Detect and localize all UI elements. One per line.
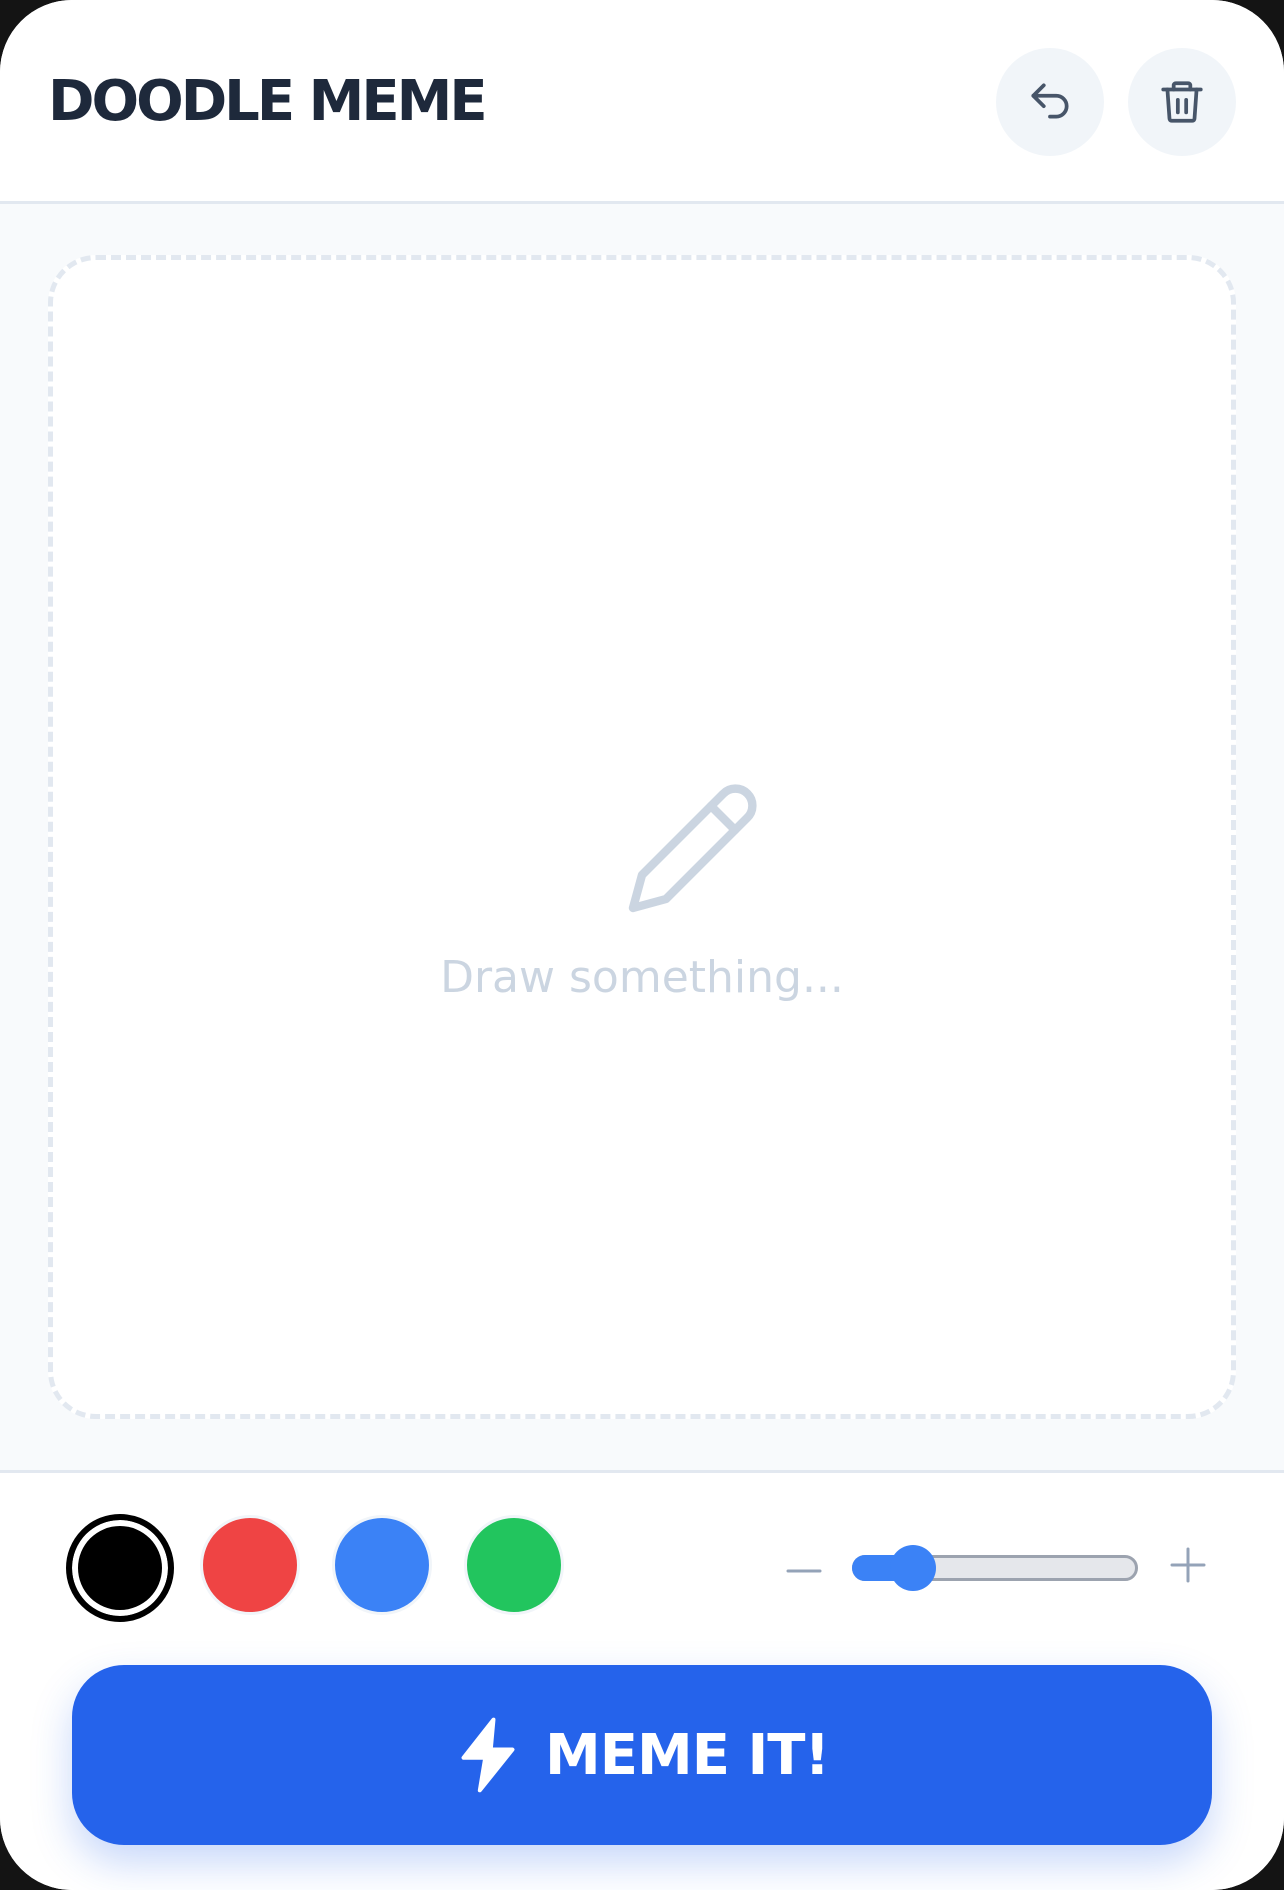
- plus-icon[interactable]: [1168, 1545, 1208, 1585]
- clear-button[interactable]: [1128, 48, 1236, 156]
- app-window: DOODLE MEME Draw something... MEME IT!: [0, 0, 1284, 1890]
- header: DOODLE MEME: [0, 0, 1284, 204]
- drawing-canvas[interactable]: Draw something...: [48, 255, 1236, 1419]
- minus-icon[interactable]: [784, 1551, 824, 1591]
- color-swatch-blue[interactable]: [332, 1515, 432, 1615]
- color-swatch-black[interactable]: [66, 1514, 174, 1622]
- color-swatch-green[interactable]: [464, 1515, 564, 1615]
- meme-it-label: MEME IT!: [544, 1722, 830, 1788]
- canvas-area: Draw something...: [0, 204, 1284, 1470]
- color-swatch-red[interactable]: [200, 1515, 300, 1615]
- trash-icon: [1161, 81, 1203, 123]
- canvas-placeholder: Draw something...: [440, 952, 844, 1003]
- app-title: DOODLE MEME: [48, 69, 488, 134]
- pencil-icon: [628, 784, 757, 913]
- lightning-bolt-icon: [461, 1717, 515, 1793]
- undo-button[interactable]: [996, 48, 1104, 156]
- meme-it-button[interactable]: MEME IT!: [72, 1665, 1212, 1845]
- brush-size-slider[interactable]: [852, 1545, 1138, 1591]
- undo-icon: [1031, 83, 1069, 119]
- slider-thumb[interactable]: [890, 1545, 937, 1591]
- bottom-toolbar: MEME IT!: [0, 1470, 1284, 1890]
